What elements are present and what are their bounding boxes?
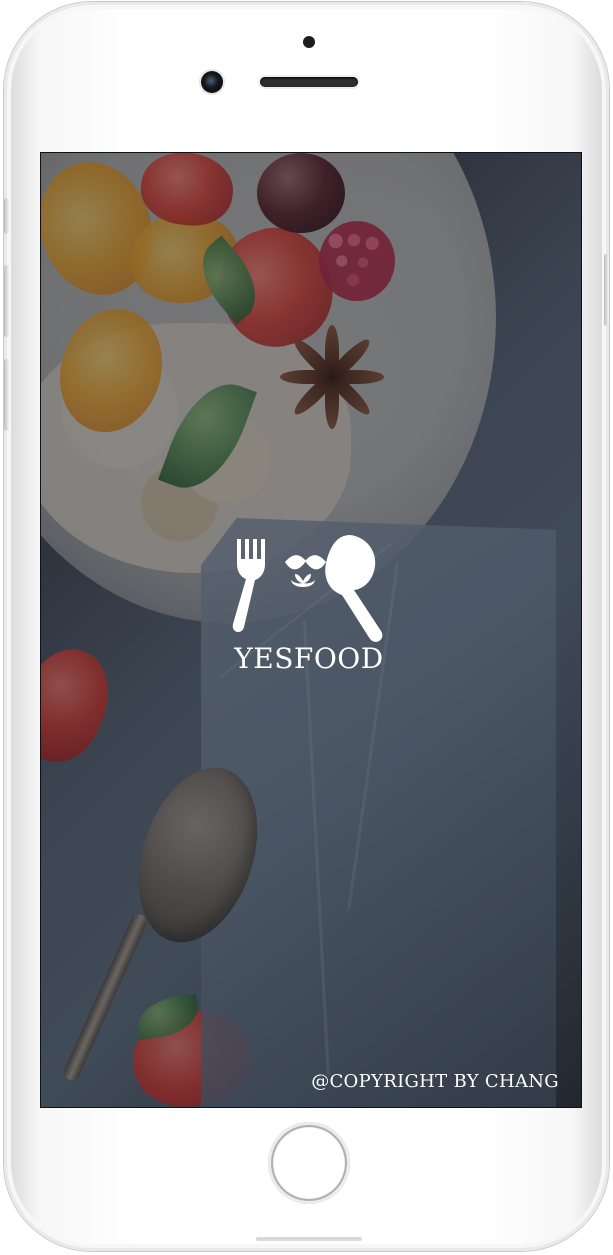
camera-icon <box>201 71 223 93</box>
microphone-slot <box>256 1237 362 1241</box>
brand-name: YESFOOD <box>234 642 384 675</box>
copyright-text: @COPYRIGHT BY CHANG <box>311 1071 559 1092</box>
volume-up-button <box>4 265 9 337</box>
volume-down-button <box>4 359 9 431</box>
speaker-icon <box>260 77 358 87</box>
phone-frame: YESFOOD @COPYRIGHT BY CHANG <box>4 2 609 1251</box>
mute-switch <box>4 198 9 234</box>
power-button <box>604 254 609 326</box>
home-button-icon[interactable] <box>268 1122 350 1204</box>
phone-screen: YESFOOD @COPYRIGHT BY CHANG <box>40 152 582 1108</box>
camera-icon <box>303 36 315 48</box>
